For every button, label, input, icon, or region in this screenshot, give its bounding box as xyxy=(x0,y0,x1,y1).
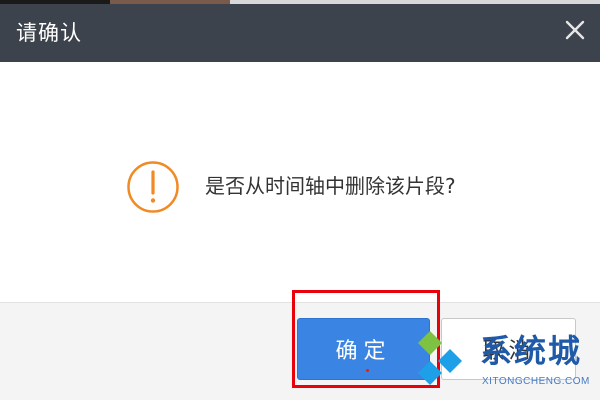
cursor-dot xyxy=(366,369,369,372)
watermark-url: XITONGCHENG.COM xyxy=(482,376,590,387)
watermark-logo-icon xyxy=(418,331,462,385)
watermark: 系统城 XITONGCHENG.COM xyxy=(410,325,600,400)
dialog-titlebar: 请确认 xyxy=(0,4,600,62)
close-x-icon xyxy=(565,20,585,40)
ok-button-label: 确定 xyxy=(335,339,392,364)
dialog-title: 请确认 xyxy=(16,21,82,45)
watermark-text: 系统城 xyxy=(480,332,583,370)
dialog-message: 是否从时间轴中删除该片段? xyxy=(205,174,456,198)
close-button[interactable] xyxy=(560,15,590,45)
dialog-body: 是否从时间轴中删除该片段? xyxy=(0,62,600,302)
warning-exclamation-icon xyxy=(127,161,179,213)
